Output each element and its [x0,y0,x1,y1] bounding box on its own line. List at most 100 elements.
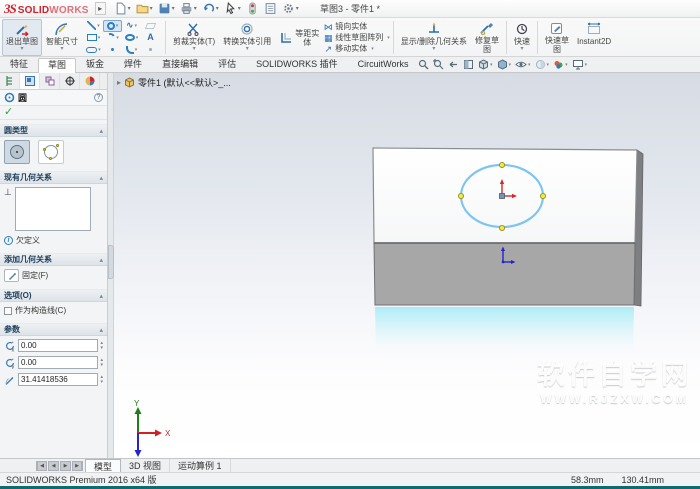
first-tab-button[interactable]: ◀ [36,460,47,471]
view-orientation-button[interactable]: ▾ [478,59,493,70]
arc-tool[interactable]: ▾ [103,31,122,44]
rectangle-tool[interactable]: ▾ [84,32,103,44]
model-tab[interactable]: 模型 [85,459,122,472]
previous-view-button[interactable] [448,59,459,70]
plane-tool[interactable] [141,20,160,32]
print-button[interactable]: ▾ [178,1,199,17]
rebuild-button[interactable] [244,1,261,17]
section-options[interactable]: 选项(O) ▴ [0,289,107,302]
propertymanager-tab[interactable] [20,73,40,89]
tab-features[interactable]: 特征 [0,57,38,72]
ellipse-tool[interactable]: ▾ [122,32,141,44]
checkbox-icon [4,306,12,315]
box-front-face[interactable] [373,242,636,306]
linear-sketch-pattern-button[interactable]: ▦ 线性草图阵列 ▾ [323,33,390,43]
tab-circuitworks[interactable]: CircuitWorks [348,57,419,72]
prev-tab-button[interactable]: ◀ [48,460,59,471]
3d-views-tab[interactable]: 3D 视图 [121,459,171,472]
tab-solidworks-addins[interactable]: SOLIDWORKS 插件 [246,57,348,72]
center-y-icon: y [6,358,15,369]
select-button[interactable]: ▾ [222,1,243,17]
exit-sketch-button[interactable]: 退出草图 ▾ [2,19,42,56]
more-sketch-tool[interactable] [141,44,160,56]
text-tool[interactable]: A [141,32,160,44]
center-y-input[interactable] [18,356,99,369]
offset-entities-icon [279,30,293,46]
point-tool[interactable] [103,44,122,56]
zoom-to-area-button[interactable] [433,59,444,70]
display-delete-relations-button[interactable]: 显示/删除几何关系 ▾ [397,19,471,56]
display-style-button[interactable]: ▾ [497,59,511,70]
view-settings-button[interactable]: ▾ [572,59,587,70]
app-version-label: SOLIDWORKS Premium 2016 x64 版 [6,475,157,485]
tab-sketch[interactable]: 草图 [38,58,77,73]
menu-flyout-arrow[interactable]: ▸ [94,2,106,15]
offset-entities-button[interactable]: 等距实体 [275,19,323,56]
tab-weldments[interactable]: 焊件 [114,57,152,72]
quick-snaps-icon [514,21,530,37]
quick-snaps-button[interactable]: 快速 ▾ [510,19,534,56]
circle-tool[interactable]: ▾ [103,19,122,32]
section-existing-relations[interactable]: 现有几何关系 ▴ [0,171,107,184]
ribbon-separator [165,21,166,54]
graphics-viewport[interactable]: X Y ▸ 零件1 (默认<<默认>_... 软件自学网 WWW.RJZXW.C… [114,73,700,458]
trim-entities-button[interactable]: 剪裁实体(T) ▾ [169,19,219,56]
center-circle-button[interactable] [4,140,30,164]
center-x-spinner[interactable]: ▴ ▾ [100,340,103,351]
section-circle-type[interactable]: 圆类型 ▴ [0,124,107,137]
fillet-tool[interactable]: ▾ [122,44,141,56]
tab-direct-editing[interactable]: 直接编辑 [152,57,208,72]
center-y-spinner[interactable]: ▴ ▾ [100,357,103,368]
open-document-button[interactable]: ▾ [134,1,155,17]
section-view-button[interactable] [463,59,474,70]
help-icon[interactable]: ? [94,93,103,102]
slot-tool[interactable]: ▾ [84,44,103,56]
ok-button[interactable]: ✓ [4,107,13,118]
relations-listbox[interactable] [14,187,91,231]
next-tab-button[interactable]: ▶ [60,460,71,471]
line-tool[interactable]: ▾ [84,20,103,32]
rapid-sketch-button[interactable]: 快速草图 [541,19,573,56]
radius-input[interactable] [18,373,99,386]
flyout-feature-tree[interactable]: ▸ 零件1 (默认<<默认>_... [117,76,231,89]
fix-relation-button[interactable]: 固定(F) [4,269,103,282]
display-manager-tab[interactable] [80,73,100,89]
model-scene: X Y [134,147,644,457]
undo-button[interactable]: ▾ [200,1,221,17]
zoom-to-fit-button[interactable] [418,59,429,70]
exit-sketch-icon [14,21,30,37]
save-button[interactable]: ▾ [156,1,177,17]
new-document-button[interactable]: ▾ [112,1,133,17]
mirror-entities-button[interactable]: ⋈ 镜向实体 [323,22,390,32]
repair-sketch-button[interactable]: 修复草图 [471,19,503,56]
apply-scene-button[interactable]: ▾ [553,59,568,70]
center-x-input[interactable] [18,339,99,352]
featuremanager-tree-tab[interactable] [0,73,20,89]
file-properties-button[interactable] [262,1,279,17]
last-tab-button[interactable]: ▶ [72,460,83,471]
configuration-manager-tab[interactable] [40,73,60,89]
section-add-relations[interactable]: 添加几何关系 ▴ [0,253,107,266]
options-button[interactable]: ▾ [280,1,301,17]
move-entities-button[interactable]: ↗ 移动实体 ▾ [323,44,390,54]
edit-appearance-button[interactable]: ▾ [535,59,549,70]
definition-status: i 欠定义 [4,235,103,246]
triad-y-label: Y [134,399,140,408]
construction-line-checkbox[interactable]: 作为构造线(C) [4,305,103,316]
tab-evaluate[interactable]: 评估 [208,57,246,72]
smart-dimension-button[interactable]: 智能尺寸 ▾ [42,19,82,56]
section-parameters[interactable]: 参数 ▴ [0,323,107,336]
perimeter-circle-button[interactable] [38,140,65,164]
tab-sheet-metal[interactable]: 钣金 [76,57,114,72]
spline-tool[interactable]: ∿ ▾ [122,20,141,32]
instant2d-button[interactable]: Instant2D [573,19,615,56]
motion-study-tab[interactable]: 运动算例 1 [170,459,231,472]
svg-text:x: x [12,347,15,352]
dimxpert-manager-tab[interactable] [60,73,80,89]
feature-tree-item-label: 零件1 (默认<<默认>_... [138,78,231,88]
feature-tree-icon [5,76,12,86]
convert-entities-button[interactable]: 转换实体引用 ▾ [219,19,275,56]
ribbon-separator [536,21,538,54]
hide-show-items-button[interactable]: ▾ [515,59,531,70]
radius-spinner[interactable]: ▴ ▾ [100,374,103,385]
